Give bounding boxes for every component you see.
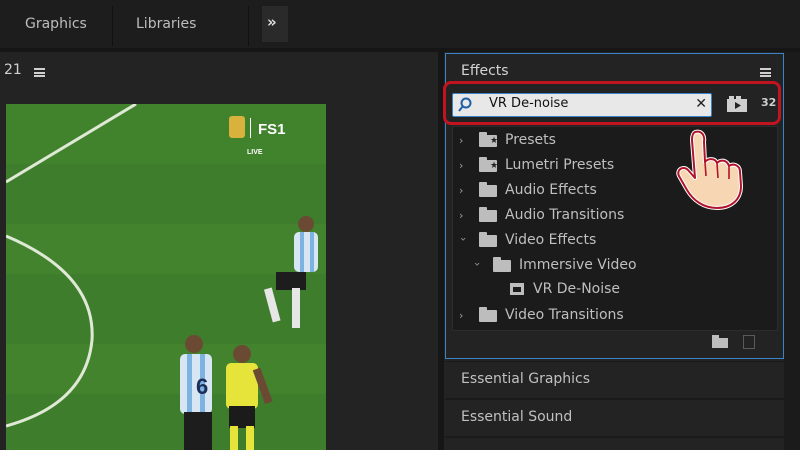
tree-item-label: Audio Effects [505,182,597,198]
folder-icon [493,257,511,272]
search-highlight-annotation [443,81,781,125]
folder-icon [479,182,497,197]
double-chevron-right-icon: » [267,13,277,31]
video-frame: FS1 LIVE 6 [6,104,326,450]
tree-item-vr-de-noise[interactable]: VR De-Noise [453,277,777,302]
chevron-right-icon[interactable]: › [459,203,471,228]
panel-menu-icon[interactable] [34,68,45,77]
tree-item-video-transitions[interactable]: › Video Transitions [453,303,777,328]
tree-item-label: Audio Transitions [505,207,625,223]
tree-item-label: VR De-Noise [533,281,621,297]
tab-graphics[interactable]: Graphics [25,0,87,48]
panel-menu-icon[interactable] [760,68,771,79]
chevron-down-icon[interactable]: › [451,237,476,249]
folder-icon [479,207,497,222]
network-logo: FS1 [258,121,286,138]
chevron-down-icon[interactable]: › [465,262,490,274]
tab-divider [112,6,113,46]
tab-libraries[interactable]: Libraries [136,0,196,48]
panel-title: Essential Sound [461,409,573,425]
tree-item-immersive-video[interactable]: › Immersive Video [453,253,777,278]
tree-item-label: Video Effects [505,232,597,248]
tree-item-label: Video Transitions [505,307,624,323]
live-label: LIVE [247,149,263,156]
divider [445,436,784,438]
player-number: 6 [196,374,208,399]
folder-star-icon: ★ [479,157,498,172]
effect-icon [510,283,524,295]
tree-item-label: Immersive Video [519,257,637,273]
folder-icon [479,232,497,247]
panel-title: Effects [461,63,509,79]
tree-item-label: Presets [505,132,556,148]
monitor-timecode: 21 [4,62,22,78]
tabs-overflow-button[interactable]: » [262,6,288,42]
chevron-right-icon[interactable]: › [459,128,471,153]
tab-divider [248,6,249,46]
tree-item-video-effects[interactable]: › Video Effects [453,228,777,253]
chevron-right-icon[interactable]: › [459,178,471,203]
folder-icon [479,307,497,322]
tree-item-label: Lumetri Presets [505,157,615,173]
trash-icon[interactable] [743,335,755,349]
panel-title: Essential Graphics [461,371,591,387]
top-tab-bar: Graphics Libraries » [0,0,800,48]
new-bin-icon[interactable] [712,335,728,348]
chevron-right-icon[interactable]: › [459,153,471,178]
panel-essential-graphics[interactable]: Essential Graphics [445,362,784,398]
panel-essential-sound[interactable]: Essential Sound [445,400,784,436]
folder-star-icon: ★ [479,132,498,147]
chevron-right-icon[interactable]: › [459,303,471,328]
panel-edge [784,52,800,450]
pointing-hand-icon [676,129,743,210]
program-monitor-panel: 21 FS1 LIVE 6 [0,52,438,450]
